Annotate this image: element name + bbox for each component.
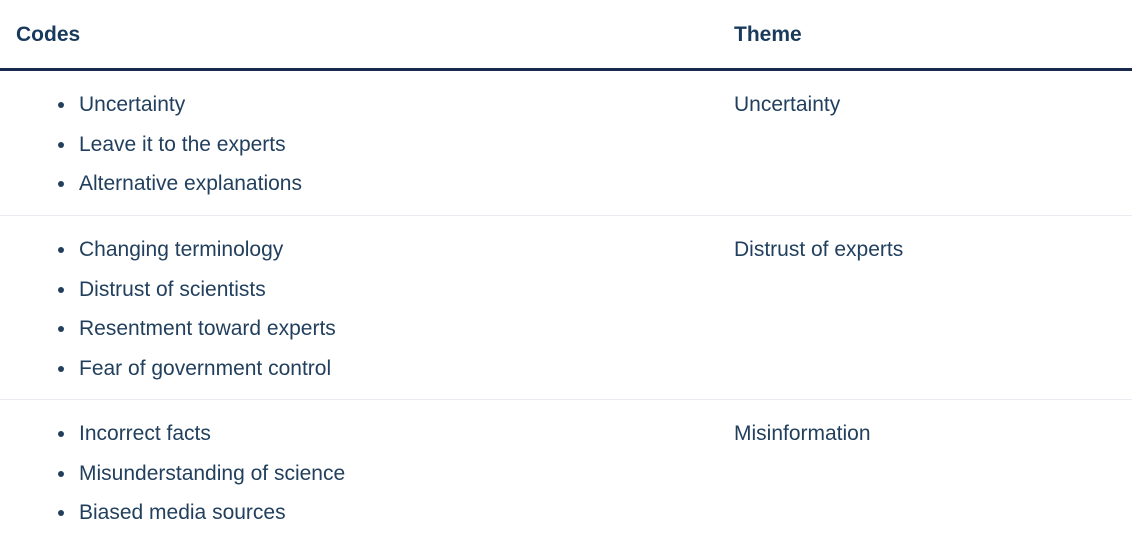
codes-themes-table: Codes Theme Uncertainty Leave it to the … bbox=[0, 0, 1132, 550]
code-label: Alternative explanations bbox=[79, 172, 302, 195]
list-item: Distrust of scientists bbox=[58, 275, 336, 315]
column-header-theme: Theme bbox=[734, 23, 802, 46]
theme-cell: Uncertainty bbox=[734, 93, 841, 116]
table-row: Changing terminology Distrust of scienti… bbox=[0, 216, 1132, 400]
code-label: Fear of government control bbox=[79, 356, 332, 380]
bullet-icon bbox=[58, 510, 64, 516]
bullet-icon bbox=[58, 141, 64, 148]
bullet-icon bbox=[58, 102, 64, 108]
bullet-icon bbox=[58, 326, 64, 332]
theme-cell: Misinformation bbox=[734, 422, 871, 445]
code-label: Uncertainty bbox=[79, 93, 186, 116]
code-label: Distrust of scientists bbox=[79, 277, 266, 301]
code-label: Leave it to the experts bbox=[79, 132, 286, 156]
codes-list: Changing terminology Distrust of scienti… bbox=[58, 235, 336, 393]
code-label: Biased media sources bbox=[79, 501, 286, 524]
list-item: Alternative explanations bbox=[58, 169, 302, 209]
code-label: Misunderstanding of science bbox=[79, 461, 346, 485]
bullet-icon bbox=[58, 470, 64, 477]
codes-list: Incorrect facts Misunderstanding of scie… bbox=[58, 419, 345, 538]
list-item: Changing terminology bbox=[58, 235, 336, 275]
theme-cell: Distrust of experts bbox=[734, 238, 904, 261]
list-item: Misunderstanding of science bbox=[58, 459, 345, 499]
bullet-icon bbox=[58, 247, 64, 253]
code-label: Resentment toward experts bbox=[79, 317, 336, 340]
list-item: Fear of government control bbox=[58, 354, 336, 394]
bullet-icon bbox=[58, 431, 64, 437]
list-item: Incorrect facts bbox=[58, 419, 345, 459]
codes-list: Uncertainty Leave it to the experts Alte… bbox=[58, 90, 302, 209]
code-label: Changing terminology bbox=[79, 238, 284, 261]
table-row: Uncertainty Leave it to the experts Alte… bbox=[0, 71, 1132, 216]
code-label: Incorrect facts bbox=[79, 422, 211, 445]
bullet-icon bbox=[58, 181, 64, 187]
table-header: Codes Theme bbox=[0, 0, 1132, 71]
bullet-icon bbox=[58, 286, 64, 293]
list-item: Uncertainty bbox=[58, 90, 302, 130]
column-header-codes: Codes bbox=[16, 23, 81, 46]
list-item: Biased media sources bbox=[58, 498, 345, 538]
bullet-icon bbox=[58, 365, 64, 372]
table-row: Incorrect facts Misunderstanding of scie… bbox=[0, 400, 1132, 550]
list-item: Resentment toward experts bbox=[58, 314, 336, 354]
list-item: Leave it to the experts bbox=[58, 130, 302, 170]
